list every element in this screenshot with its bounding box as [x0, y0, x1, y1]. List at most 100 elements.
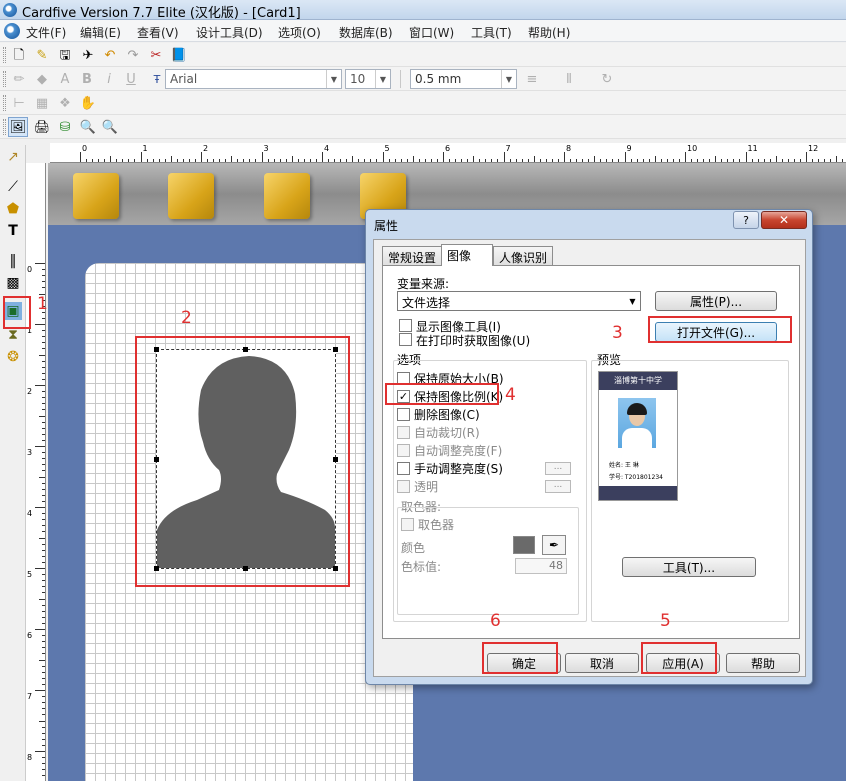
- menu-help[interactable]: 帮助(H): [528, 24, 570, 41]
- print-icon[interactable]: ✈: [79, 46, 97, 64]
- ruler-tick: [309, 159, 311, 162]
- ruler-tick: [576, 159, 578, 162]
- ruler-tick: [42, 336, 45, 338]
- transparent-checkbox[interactable]: [397, 480, 410, 493]
- manual-brightness-more-button[interactable]: ...: [545, 462, 571, 475]
- help-button[interactable]: 帮助: [726, 653, 800, 673]
- underline-icon[interactable]: U: [122, 70, 140, 88]
- ruler-tick: [697, 159, 699, 162]
- ruler-tick: [39, 476, 45, 478]
- ruler-tick: [42, 427, 45, 429]
- printer-icon[interactable]: 🖨: [33, 118, 51, 136]
- save-icon[interactable]: 🖫: [56, 46, 74, 64]
- template-tile-3[interactable]: [264, 173, 310, 219]
- shape-tool-icon[interactable]: ⬟: [4, 200, 22, 218]
- ruler-tick: [612, 159, 614, 162]
- italic-icon[interactable]: i: [100, 70, 118, 88]
- properties-button[interactable]: 属性(P)...: [655, 291, 777, 311]
- tools-button[interactable]: 工具(T)...: [622, 557, 756, 577]
- ruler-tick: [42, 757, 45, 759]
- ruler-tick: [557, 159, 559, 162]
- transparent-more-button[interactable]: ...: [545, 480, 571, 493]
- tab-face-recognition[interactable]: 人像识别: [493, 246, 554, 266]
- group-icon[interactable]: ▦: [33, 94, 51, 112]
- matrix-code-tool-icon[interactable]: ▩: [4, 274, 22, 292]
- card-design-icon[interactable]: 🖼: [8, 117, 28, 137]
- close-icon[interactable]: ✕: [761, 211, 807, 229]
- undo-icon[interactable]: ↶: [101, 46, 119, 64]
- ungroup-icon[interactable]: ❖: [56, 94, 74, 112]
- auto-crop-label: 自动裁切(R): [414, 426, 480, 440]
- font-size-select[interactable]: 10 ▼: [345, 69, 391, 89]
- rotate-icon[interactable]: ↻: [598, 70, 616, 88]
- auto-crop-checkbox[interactable]: [397, 426, 410, 439]
- show-image-tools-checkbox[interactable]: [399, 319, 412, 332]
- book-icon[interactable]: 📘: [170, 46, 188, 64]
- redo-icon[interactable]: ↷: [124, 46, 142, 64]
- font-name-select[interactable]: Arial ▼: [165, 69, 342, 89]
- menu-file[interactable]: 文件(F): [26, 24, 66, 41]
- menu-window[interactable]: 窗口(W): [409, 24, 454, 41]
- ruler-tick: [39, 720, 45, 722]
- ruler-tick: [42, 439, 45, 441]
- menu-design-tools[interactable]: 设计工具(D): [196, 24, 263, 41]
- document-menu-icon[interactable]: [4, 23, 20, 39]
- ruler-tick: [35, 263, 45, 264]
- zoom-in-icon[interactable]: 🔍: [79, 118, 97, 136]
- barcode-tool-icon[interactable]: ‖: [4, 252, 22, 270]
- text-tool-icon[interactable]: T: [4, 222, 22, 240]
- ruler-tick: [497, 159, 499, 162]
- bold-icon[interactable]: B: [78, 70, 96, 88]
- text-color-icon[interactable]: A: [56, 70, 74, 88]
- pen-color-icon[interactable]: ✏: [10, 70, 28, 88]
- color-value-field[interactable]: 48: [515, 558, 567, 574]
- manual-brightness-checkbox[interactable]: [397, 462, 410, 475]
- template-tile-2[interactable]: [168, 173, 214, 219]
- variable-source-select[interactable]: 文件选择 ▼: [397, 291, 641, 311]
- database-icon[interactable]: ⛁: [56, 118, 74, 136]
- tab-image[interactable]: 图像: [441, 244, 493, 266]
- cancel-button[interactable]: 取消: [565, 653, 639, 673]
- menu-tools[interactable]: 工具(T): [471, 24, 512, 41]
- line-width-select[interactable]: 0.5 mm ▼: [410, 69, 517, 89]
- fill-color-icon[interactable]: ◆: [33, 70, 51, 88]
- menu-view[interactable]: 查看(V): [137, 24, 179, 41]
- open-icon[interactable]: ✎: [33, 46, 51, 64]
- auto-brightness-checkbox[interactable]: [397, 444, 410, 457]
- line-tool-icon[interactable]: ⟋: [4, 178, 22, 196]
- barcode-icon[interactable]: ⦀: [560, 70, 578, 88]
- menu-edit[interactable]: 编辑(E): [80, 24, 121, 41]
- annotation-label-3: 3: [612, 323, 623, 343]
- color-picker-checkbox[interactable]: [401, 518, 414, 531]
- plugin-tool-icon[interactable]: ❂: [4, 348, 22, 366]
- tab-general[interactable]: 常规设置: [382, 246, 443, 266]
- get-image-on-print-checkbox[interactable]: [399, 333, 412, 346]
- ruler-tick: [412, 156, 414, 162]
- ruler-tick: [515, 159, 517, 162]
- ruler-tick: [678, 159, 680, 162]
- ruler-tick: [388, 159, 390, 162]
- zoom-out-icon[interactable]: 🔍: [101, 118, 119, 136]
- ruler-tick: [479, 159, 481, 162]
- pointer-icon[interactable]: ↗: [4, 148, 22, 166]
- ruler-tick: [382, 152, 384, 162]
- ruler-tick: [182, 159, 184, 162]
- ruler-tick: [42, 519, 45, 521]
- help-icon[interactable]: ?: [733, 211, 759, 229]
- menu-options[interactable]: 选项(O): [278, 24, 321, 41]
- delete-image-checkbox[interactable]: [397, 408, 410, 421]
- design-tools-bar: ↗ ⟋ ⬟ T ‖ ▩ ▣ ⧗ ❂: [0, 145, 26, 781]
- menu-database[interactable]: 数据库(B): [339, 24, 393, 41]
- cut-icon[interactable]: ✂: [147, 46, 165, 64]
- ruler-tick: [39, 415, 45, 417]
- align-icon[interactable]: ≡: [523, 70, 541, 88]
- ruler-tick: [134, 159, 136, 162]
- ruler-tick: [42, 696, 45, 698]
- lock-icon[interactable]: ✋: [79, 94, 97, 112]
- template-tile-1[interactable]: [73, 173, 119, 219]
- eyedropper-icon[interactable]: ✒: [542, 535, 566, 555]
- align-left-icon[interactable]: ⊢: [10, 94, 28, 112]
- new-icon[interactable]: 🗋: [10, 46, 28, 64]
- color-swatch[interactable]: [513, 536, 535, 554]
- ruler-tick: [715, 156, 717, 162]
